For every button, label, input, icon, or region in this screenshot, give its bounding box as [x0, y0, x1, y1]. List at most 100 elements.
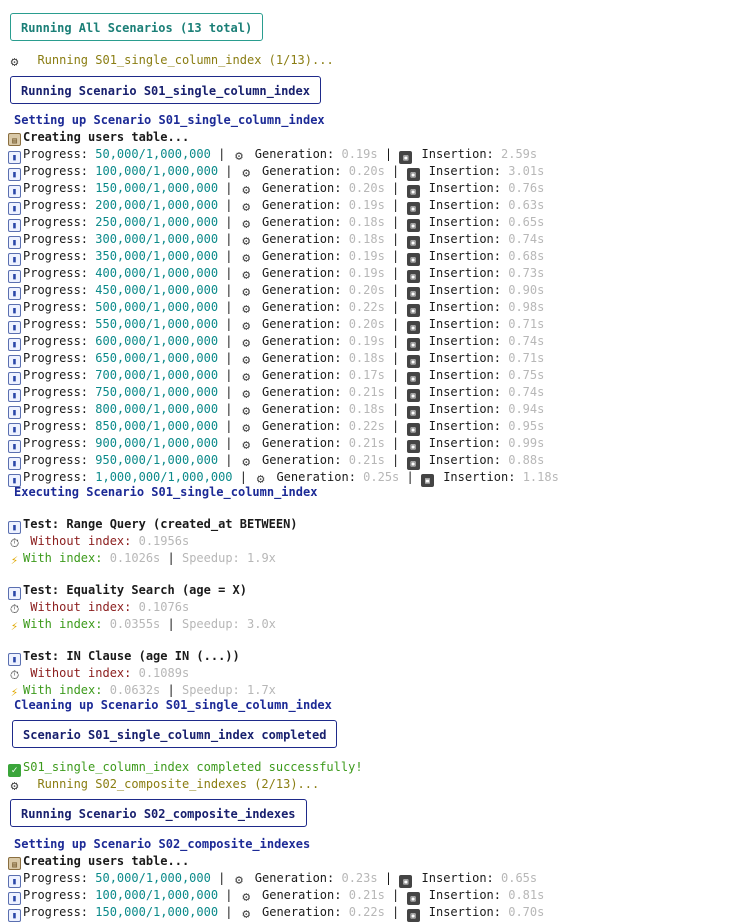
progress-line: ▮ Progress: 750,000/1,000,000 | ⚙ Generat… — [8, 384, 545, 402]
insertion-time: 0.98s — [508, 300, 545, 314]
insertion-time: 0.95s — [508, 419, 545, 433]
insertion-label: Insertion: — [428, 300, 509, 314]
progress-count: 450,000/1,000,000 — [95, 283, 219, 297]
without-index-time: 0.1956s — [138, 534, 190, 548]
test-name: Test: Range Query (created_at BETWEEN) — [23, 517, 298, 531]
without-index-time: 0.1089s — [138, 666, 190, 680]
progress-count: 900,000/1,000,000 — [95, 436, 219, 450]
generation-time: 0.19s — [348, 266, 385, 280]
insertion-label: Insertion: — [428, 334, 509, 348]
test-name: Test: IN Clause (age IN (...)) — [23, 649, 240, 663]
progress-count: 700,000/1,000,000 — [95, 368, 219, 382]
separator: | — [384, 402, 407, 416]
separator: | — [218, 266, 240, 280]
progress-count: 750,000/1,000,000 — [95, 385, 219, 399]
generation-label: Generation: — [262, 402, 349, 416]
insertion-label: Insertion: — [428, 419, 509, 433]
setup-text: Setting up Scenario S02_composite_indexe… — [14, 837, 311, 851]
insertion-time: 0.74s — [508, 232, 545, 246]
bar-chart-icon: ▮ — [8, 909, 21, 922]
insertion-label: Insertion: — [428, 283, 509, 297]
generation-time: 0.25s — [363, 470, 400, 484]
progress-label: Progress: — [23, 317, 96, 331]
progress-count: 350,000/1,000,000 — [95, 249, 219, 263]
generation-label: Generation: — [262, 888, 349, 902]
progress-line: ▮ Progress: 250,000/1,000,000 | ⚙ Generat… — [8, 214, 545, 232]
insertion-label: Insertion: — [428, 453, 509, 467]
progress-count: 800,000/1,000,000 — [95, 402, 219, 416]
generation-label: Generation: — [276, 470, 364, 484]
progress-count: 950,000/1,000,000 — [95, 453, 219, 467]
progress-count: 50,000/1,000,000 — [95, 147, 211, 161]
progress-label: Progress: — [23, 470, 96, 484]
generation-time: 0.20s — [348, 317, 385, 331]
insertion-time: 0.74s — [508, 385, 545, 399]
separator: | — [384, 905, 407, 919]
progress-count: 300,000/1,000,000 — [95, 232, 219, 246]
lightning-icon: ⚡ — [10, 619, 19, 633]
progress-count: 400,000/1,000,000 — [95, 266, 219, 280]
separator: | — [218, 232, 240, 246]
progress-line: ▮ Progress: 850,000/1,000,000 | ⚙ Generat… — [8, 418, 545, 436]
success-line: ✓ S01_single_column_index completed succe… — [8, 759, 363, 777]
executing-line: Executing Scenario S01_single_column_ind… — [14, 484, 317, 501]
separator: | — [384, 351, 407, 365]
scenario-running-text: Running S01_single_column_index (1/13)..… — [37, 53, 334, 67]
insertion-time: 0.65s — [508, 215, 545, 229]
separator: | — [384, 198, 407, 212]
insertion-label: Insertion: — [428, 266, 509, 280]
progress-label: Progress: — [23, 871, 96, 885]
progress-line: ▮ Progress: 700,000/1,000,000 | ⚙ Generat… — [8, 367, 544, 385]
without-index-label: Without index: — [30, 666, 139, 680]
run-all-banner: Running All Scenarios (13 total) — [10, 13, 264, 41]
insertion-label: Insertion: — [421, 871, 501, 885]
separator: | — [218, 351, 240, 365]
with-index-time: 0.0632s — [109, 683, 161, 697]
progress-label: Progress: — [23, 249, 96, 263]
generation-time: 0.19s — [348, 334, 385, 348]
insertion-label: Insertion: — [443, 470, 523, 484]
floppy-disk-icon: ▣ — [420, 474, 434, 487]
progress-count: 50,000/1,000,000 — [95, 871, 211, 885]
without-index-line: ⏱ Without index: 0.1956s — [8, 533, 189, 550]
separator: | — [384, 317, 407, 331]
insertion-time: 0.70s — [508, 905, 545, 919]
generation-time: 0.20s — [348, 283, 385, 297]
insertion-label: Insertion: — [428, 164, 509, 178]
with-index-label: With index: — [23, 551, 110, 565]
generation-time: 0.19s — [348, 249, 385, 263]
insertion-label: Insertion: — [421, 147, 501, 161]
generation-label: Generation: — [262, 164, 349, 178]
with-index-line: ⚡ With index: 0.0355s | Speedup: 3.0x — [8, 616, 276, 633]
gear-icon: ⚙ — [10, 55, 19, 70]
generation-label: Generation: — [262, 453, 349, 467]
insertion-label: Insertion: — [428, 436, 509, 450]
progress-count: 200,000/1,000,000 — [95, 198, 219, 212]
lightning-icon: ⚡ — [10, 553, 19, 567]
generation-time: 0.21s — [348, 888, 385, 902]
insertion-label: Insertion: — [428, 351, 509, 365]
without-index-label: Without index: — [30, 600, 139, 614]
separator: | — [210, 871, 233, 885]
generation-time: 0.22s — [348, 905, 385, 919]
separator: | — [377, 147, 400, 161]
progress-count: 150,000/1,000,000 — [95, 905, 219, 919]
separator: | — [384, 888, 407, 902]
progress-label: Progress: — [23, 164, 96, 178]
insertion-label: Insertion: — [428, 181, 509, 195]
gear-icon: ⚙ — [242, 438, 251, 453]
generation-label: Generation: — [262, 181, 349, 195]
separator: | — [384, 368, 407, 382]
separator: | — [384, 181, 407, 195]
separator: | — [384, 266, 407, 280]
separator: | — [160, 617, 182, 631]
separator: | — [232, 470, 255, 484]
progress-count: 850,000/1,000,000 — [95, 419, 219, 433]
progress-line: ▮ Progress: 900,000/1,000,000 | ⚙ Generat… — [8, 435, 544, 453]
generation-label: Generation: — [262, 300, 349, 314]
cleaning-text: Cleaning up Scenario S01_single_column_i… — [14, 698, 332, 712]
progress-label: Progress: — [23, 181, 96, 195]
separator: | — [399, 470, 421, 484]
scenario-running-text: Running S02_composite_indexes (2/13)... — [37, 777, 320, 791]
progress-line: ▮ Progress: 150,000/1,000,000 | ⚙ Generat… — [8, 904, 545, 922]
